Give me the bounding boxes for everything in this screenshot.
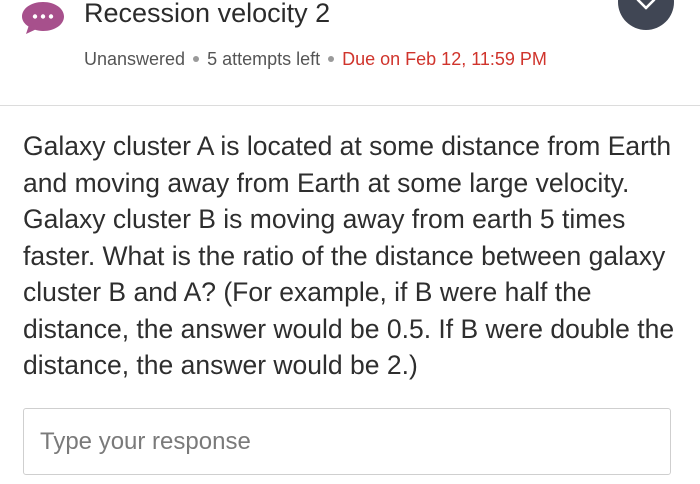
question-meta: Unanswered 5 attempts left Due on Feb 12, … <box>84 49 547 70</box>
question-text: Galaxy cluster A is located at some dist… <box>23 131 675 380</box>
response-input[interactable] <box>23 408 671 475</box>
question-page: Recession velocity 2 Unanswered 5 attempt… <box>0 0 700 484</box>
chat-bubble-icon[interactable] <box>21 1 65 35</box>
separator-dot <box>193 55 200 62</box>
close-icon <box>636 0 656 10</box>
status-label: Unanswered <box>84 49 186 69</box>
separator-dot <box>328 55 335 62</box>
due-date-label: Due on Feb 12, 11:59 PM <box>342 49 547 69</box>
close-button[interactable] <box>618 0 674 30</box>
question-title: Recession velocity 2 <box>84 0 331 28</box>
question-header: Recession velocity 2 Unanswered 5 attempt… <box>0 0 700 106</box>
attempts-label: 5 attempts left <box>207 49 321 69</box>
